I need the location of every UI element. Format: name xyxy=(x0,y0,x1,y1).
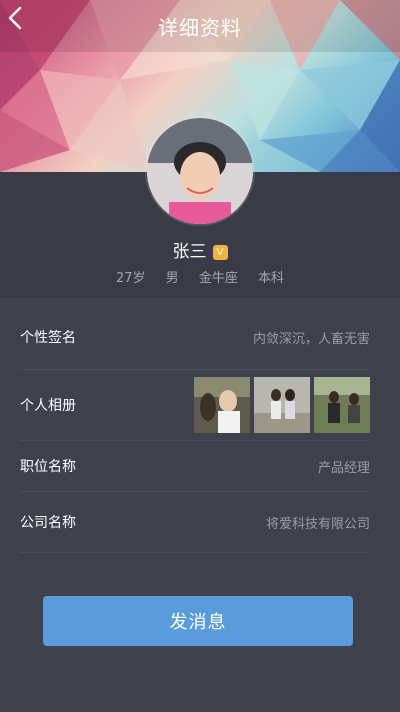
gender: 男 xyxy=(165,271,179,286)
photo-thumbnail xyxy=(194,377,250,433)
vip-badge: V xyxy=(212,245,228,260)
signature-value: 内敛深沉，人畜无害 xyxy=(252,331,370,347)
page-title: 详细资料 xyxy=(158,15,242,40)
profile-meta: 27岁 男 金牛座 本科 xyxy=(0,267,400,286)
album-row[interactable]: 个人相册 xyxy=(20,370,370,441)
album-photo[interactable] xyxy=(254,377,310,433)
album-photos xyxy=(194,377,370,433)
photo-thumbnail xyxy=(254,377,310,433)
album-photo[interactable] xyxy=(194,377,250,433)
zodiac: 金牛座 xyxy=(198,271,238,286)
signature-label: 个性签名 xyxy=(20,330,76,346)
album-photo[interactable] xyxy=(314,377,370,433)
title-bar: 详细资料 xyxy=(0,0,400,52)
send-message-button[interactable]: 发消息 xyxy=(43,596,353,646)
chevron-left-icon xyxy=(8,6,22,30)
position-value: 产品经理 xyxy=(317,460,370,476)
avatar[interactable] xyxy=(147,118,253,224)
album-label: 个人相册 xyxy=(20,398,76,414)
profile-name-row: 张三 V xyxy=(0,237,400,262)
company-label: 公司名称 xyxy=(20,515,76,531)
user-name: 张三 xyxy=(172,242,207,262)
age: 27岁 xyxy=(115,271,146,286)
avatar-image xyxy=(147,118,253,224)
education: 本科 xyxy=(257,271,284,286)
position-label: 职位名称 xyxy=(20,459,76,475)
signature-row: 个性签名 内敛深沉，人畜无害 xyxy=(20,305,370,370)
company-row: 公司名称 将爱科技有限公司 xyxy=(20,492,370,553)
back-button[interactable] xyxy=(8,6,40,46)
photo-thumbnail xyxy=(314,377,370,433)
details-list: 个性签名 内敛深沉，人畜无害 个人相册 职位名称 产品经理 公司名称 将爱科技有… xyxy=(0,297,400,712)
company-value: 将爱科技有限公司 xyxy=(265,516,370,532)
position-row: 职位名称 产品经理 xyxy=(20,441,370,492)
